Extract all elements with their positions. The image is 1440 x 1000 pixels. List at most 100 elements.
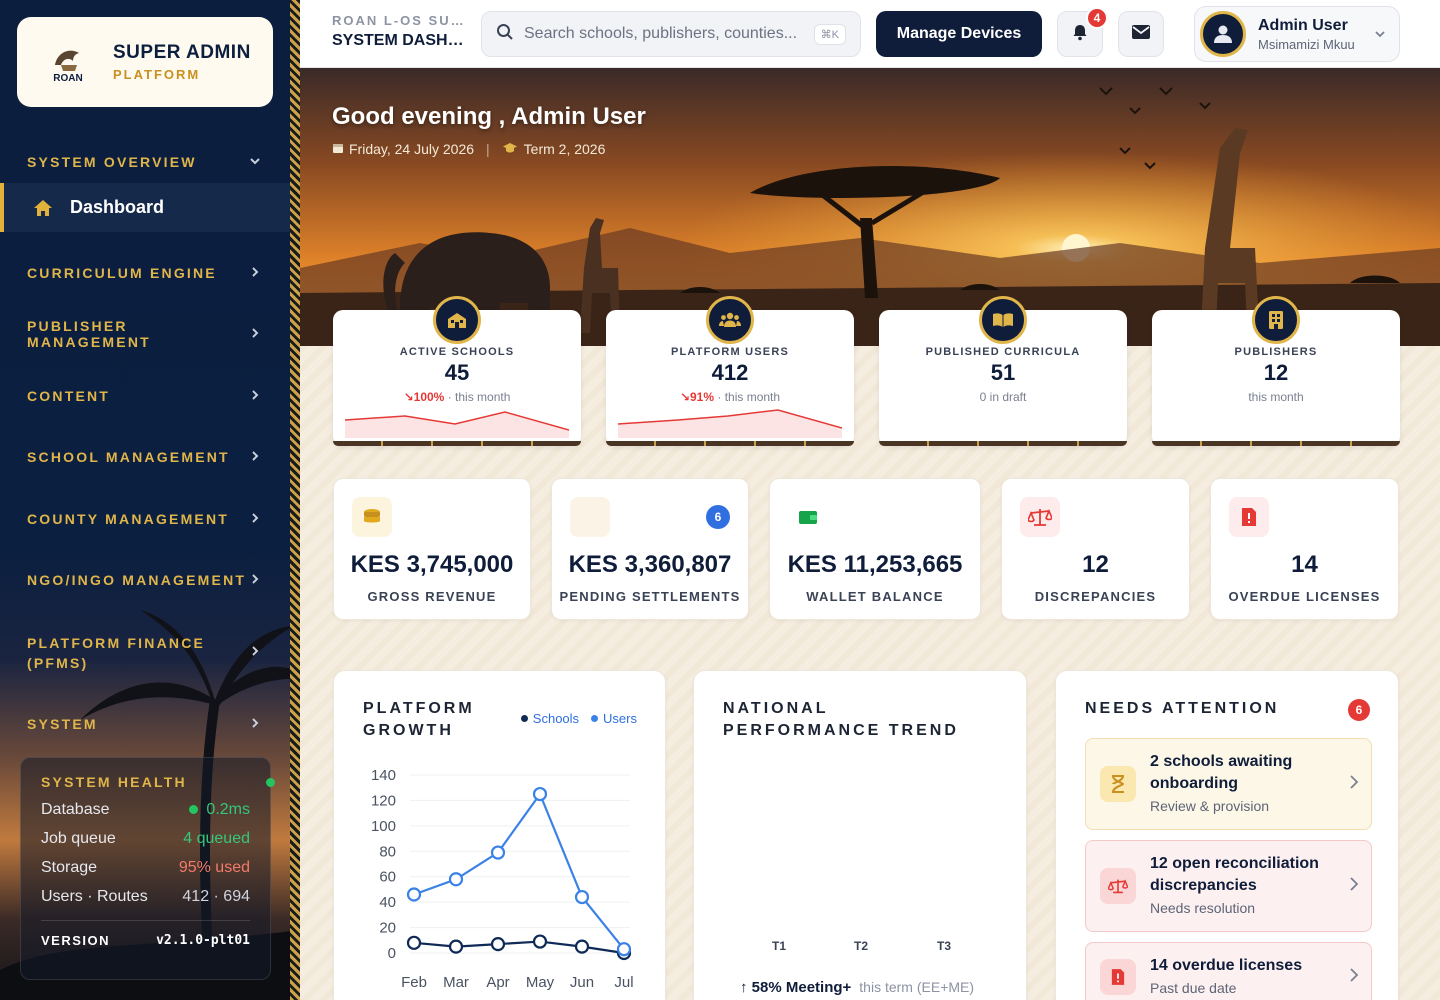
health-label: Storage bbox=[41, 859, 98, 876]
national-performance-panel: NATIONAL PERFORMANCE TREND T1 T2 T3 ↑ 58… bbox=[693, 670, 1027, 1000]
kpi-value: 12 bbox=[1082, 551, 1109, 578]
y-tick-label: 60 bbox=[379, 869, 396, 886]
health-value: 4 queued bbox=[183, 830, 250, 847]
search-icon bbox=[496, 23, 514, 46]
attention-item-overdue-licenses[interactable]: 14 overdue licenses Past due date bbox=[1085, 942, 1372, 1000]
sidebar-item-platform-finance[interactable]: PLATFORM FINANCE (PFMS) bbox=[0, 628, 290, 678]
data-point-schools bbox=[574, 939, 590, 954]
sidebar-item-system-overview[interactable]: SYSTEM OVERVIEW bbox=[0, 143, 290, 181]
trend-summary-note: this term (EE+ME) bbox=[859, 979, 975, 995]
sidebar-item-system[interactable]: SYSTEM bbox=[0, 705, 290, 743]
roan-logo: ROAN bbox=[47, 41, 89, 84]
version-value: v2.1.0-plt01 bbox=[156, 933, 250, 948]
chevron-right-icon bbox=[248, 388, 262, 405]
x-tick-label: Mar bbox=[443, 974, 469, 991]
search-input[interactable] bbox=[524, 25, 809, 43]
sidebar-item-curriculum-engine[interactable]: CURRICULUM ENGINE bbox=[0, 254, 290, 292]
chevron-down-icon bbox=[248, 154, 262, 171]
attention-subtitle: Review & provision bbox=[1150, 798, 1270, 814]
messages-button[interactable] bbox=[1118, 11, 1164, 57]
chevron-right-icon bbox=[248, 511, 262, 528]
attention-title: 14 overdue licenses bbox=[1150, 957, 1303, 974]
version-label: VERSION bbox=[41, 933, 111, 948]
kpi-value: KES 3,745,000 bbox=[350, 551, 514, 578]
sidebar-item-school-management[interactable]: SCHOOL MANAGEMENT bbox=[0, 438, 290, 476]
page-title: SYSTEM DASHBOARD bbox=[332, 32, 467, 49]
scale-icon bbox=[1020, 497, 1060, 537]
system-health-title: SYSTEM HEALTH bbox=[41, 774, 187, 790]
manage-devices-button[interactable]: Manage Devices bbox=[876, 11, 1042, 57]
notifications-button[interactable]: 4 bbox=[1057, 7, 1108, 57]
attention-item-onboarding[interactable]: 2 schools awaiting onboarding Review & p… bbox=[1085, 738, 1372, 830]
stat-label: ACTIVE SCHOOLS bbox=[399, 346, 515, 358]
coins-icon bbox=[352, 497, 392, 537]
kpi-label: GROSS REVENUE bbox=[367, 589, 497, 604]
platform-growth-chart: 0 20 40 60 80 100 120 140 Feb Mar Apr May Jun Jul bbox=[371, 767, 634, 991]
building-icon bbox=[1252, 296, 1300, 344]
y-tick-label: 0 bbox=[388, 945, 396, 962]
chevron-down-icon bbox=[1373, 27, 1387, 46]
kpi-overdue-licenses[interactable]: 14 OVERDUE LICENSES bbox=[1210, 478, 1399, 620]
stat-note: this month bbox=[1248, 390, 1304, 404]
sidebar-item-label: NGO/INGO MANAGEMENT bbox=[27, 572, 247, 588]
needs-attention-panel: NEEDS ATTENTION 6 2 schools awaiting onb… bbox=[1055, 670, 1399, 1000]
chevron-right-icon bbox=[248, 572, 262, 589]
sidebar-item-publisher-management[interactable]: PUBLISHER MANAGEMENT bbox=[0, 315, 290, 353]
health-label: Job queue bbox=[41, 830, 116, 847]
sidebar-item-ngo-management[interactable]: NGO/INGO MANAGEMENT bbox=[0, 561, 290, 599]
panel-title: PLATFORM GROWTH bbox=[363, 700, 475, 739]
count-badge: 6 bbox=[706, 505, 730, 529]
separator: | bbox=[486, 141, 490, 157]
kpi-pending-settlements[interactable]: 6 KES 3,360,807 PENDING SETTLEMENTS bbox=[551, 478, 749, 620]
sidebar-item-county-management[interactable]: COUNTY MANAGEMENT bbox=[0, 500, 290, 538]
kpi-label: PENDING SETTLEMENTS bbox=[559, 589, 741, 604]
legend-item-users[interactable]: Users bbox=[591, 711, 637, 726]
stat-value: 45 bbox=[444, 360, 470, 385]
brand-subtitle: PLATFORM bbox=[113, 67, 201, 82]
y-tick-label: 120 bbox=[371, 792, 396, 809]
brand-card[interactable]: ROAN SUPER ADMIN PLATFORM bbox=[17, 17, 273, 107]
sparkline bbox=[618, 409, 842, 438]
notification-count-badge: 4 bbox=[1086, 7, 1108, 29]
legend-label: Users bbox=[603, 711, 637, 726]
data-point-schools bbox=[448, 939, 464, 954]
stat-card-platform-users[interactable]: PLATFORM USERS 412 ↘91% · this month bbox=[606, 296, 854, 446]
stat-card-publishers[interactable]: PUBLISHERS 12 this month bbox=[1152, 296, 1400, 446]
kpi-label: WALLET BALANCE bbox=[806, 589, 944, 604]
y-tick-label: 100 bbox=[371, 818, 396, 835]
attention-title: 12 open reconciliation discrepancies bbox=[1150, 855, 1319, 894]
legend-item-schools[interactable]: Schools bbox=[520, 711, 579, 726]
user-icon bbox=[1214, 25, 1232, 43]
sidebar-item-content[interactable]: CONTENT bbox=[0, 377, 290, 415]
attention-title: 2 schools awaiting onboarding bbox=[1150, 753, 1293, 792]
users-icon bbox=[706, 296, 754, 344]
x-tick-label: Jun bbox=[570, 974, 594, 991]
avatar bbox=[1200, 11, 1246, 57]
series-line-users bbox=[413, 791, 625, 950]
attention-item-discrepancies[interactable]: 12 open reconciliation discrepancies Nee… bbox=[1085, 840, 1372, 932]
health-row-database: Database 0.2ms bbox=[41, 801, 250, 819]
health-value: 95% used bbox=[178, 859, 250, 876]
health-label: Database bbox=[41, 801, 110, 818]
legend-swatch bbox=[591, 715, 599, 722]
search-bar[interactable]: ⌘K bbox=[481, 11, 861, 57]
kpi-gross-revenue[interactable]: KES 3,745,000 GROSS REVENUE bbox=[333, 478, 531, 620]
data-point-users bbox=[448, 872, 464, 887]
chevron-right-icon bbox=[248, 643, 262, 663]
sidebar-item-dashboard[interactable]: Dashboard bbox=[0, 183, 290, 232]
stat-card-active-schools[interactable]: ACTIVE SCHOOLS 45 ↘100% · this month bbox=[333, 296, 581, 446]
stat-card-published-curricula[interactable]: PUBLISHED CURRICULA 51 0 in draft bbox=[879, 296, 1127, 446]
sidebar-pattern-border bbox=[290, 0, 300, 1000]
wallet-icon bbox=[788, 497, 828, 537]
kpi-discrepancies[interactable]: 12 DISCREPANCIES bbox=[1001, 478, 1190, 620]
brand-title: SUPER ADMIN bbox=[113, 42, 251, 63]
kpi-value: KES 11,253,665 bbox=[787, 551, 963, 578]
user-menu[interactable]: Admin User Msimamizi Mkuu bbox=[1194, 6, 1400, 62]
platform-growth-panel: PLATFORM GROWTH Schools Users 0 20 40 60 80 1… bbox=[333, 670, 666, 1000]
status-dot bbox=[189, 805, 199, 814]
kpi-wallet-balance[interactable]: KES 11,253,665 WALLET BALANCE bbox=[769, 478, 981, 620]
file-alert-icon bbox=[1229, 497, 1269, 537]
divider bbox=[41, 920, 250, 921]
y-tick-label: 40 bbox=[379, 894, 396, 911]
attention-subtitle: Past due date bbox=[1150, 980, 1237, 996]
